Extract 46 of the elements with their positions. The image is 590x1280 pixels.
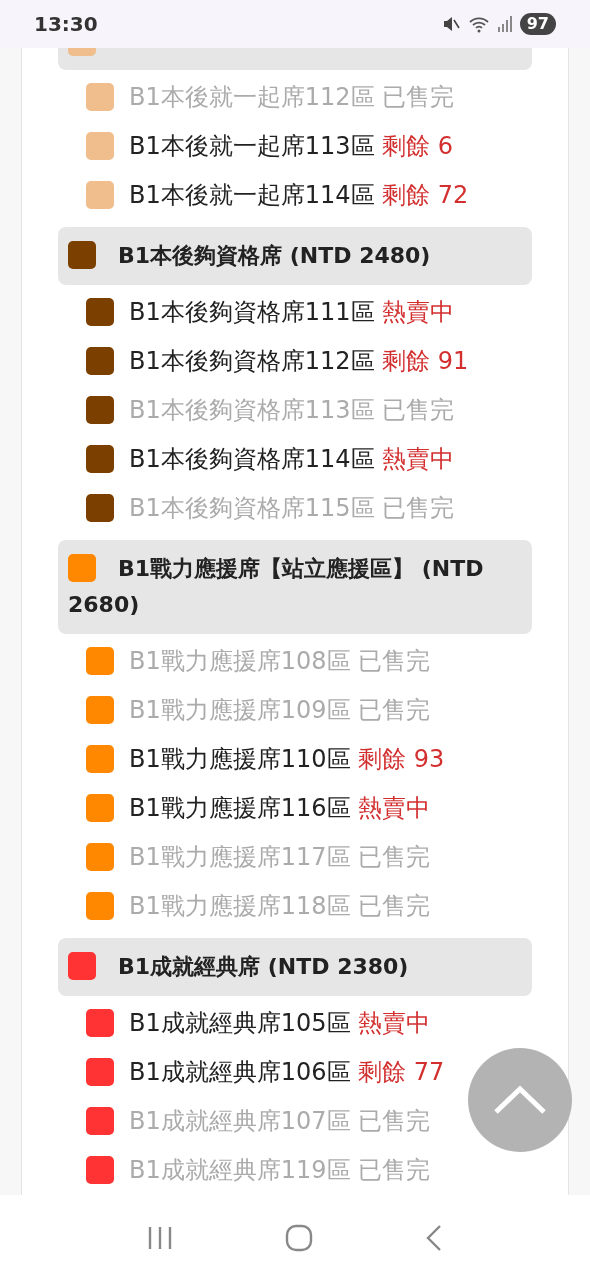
seat-area-text: B1成就經典席105區 熱賣中 (129, 1007, 431, 1039)
color-swatch (86, 1057, 114, 1086)
seat-area-text: B1本後夠資格席115區 已售完 (129, 492, 455, 524)
color-swatch (86, 395, 114, 424)
color-swatch (86, 444, 114, 473)
seat-area-text: B1本後就一起席114區 剩餘 72 (129, 179, 469, 211)
color-swatch (86, 1155, 114, 1184)
color-swatch (86, 297, 114, 326)
home-icon[interactable] (285, 1223, 313, 1252)
color-swatch (86, 842, 114, 871)
color-swatch (86, 493, 114, 522)
seat-area-text: B1戰力應援席109區 已售完 (129, 694, 431, 726)
seat-area-text: B1本後就一起席112區 已售完 (129, 81, 455, 113)
wifi-icon (467, 15, 490, 33)
seat-area-text: B1本後夠資格席114區 熱賣中 (129, 443, 455, 475)
color-swatch (86, 793, 114, 822)
color-swatch (86, 891, 114, 920)
battery-level: 97 (519, 13, 556, 35)
seat-area-text: B1戰力應援席110區 剩餘 93 (129, 743, 445, 775)
color-swatch (86, 1008, 114, 1037)
color-swatch (86, 1106, 114, 1135)
seat-area-text: B1戰力應援席117區 已售完 (129, 841, 431, 873)
seat-area-text: B1本後夠資格席111區 熱賣中 (129, 296, 455, 328)
color-swatch (86, 346, 114, 375)
seat-area-text: B1戰力應援席108區 已售完 (129, 645, 431, 677)
status-time: 13:30 (34, 11, 98, 38)
seat-area-text: B1成就經典席106區 剩餘 77 (129, 1056, 445, 1088)
signal-icon (497, 16, 512, 32)
seat-area-text: B1成就經典席119區 已售完 (129, 1154, 431, 1186)
seat-area-text: B1成就經典席107區 已售完 (129, 1105, 431, 1137)
seat-area-text: B1本後夠資格席113區 已售完 (129, 394, 455, 426)
color-swatch (86, 82, 114, 111)
seat-area-text: B1本後就一起席113區 剩餘 6 (129, 130, 454, 162)
seat-area-text: B1戰力應援席118區 已售完 (129, 890, 431, 922)
group-title: B1成就經典席 (NTD 2380) (118, 954, 409, 979)
color-swatch (86, 180, 114, 209)
seat-area-text: B1戰力應援席116區 熱賣中 (129, 792, 431, 824)
group-title: B1戰力應援席【站立應援區】 (NTD 2680) (68, 556, 484, 617)
color-swatch (86, 131, 114, 160)
mute-icon (441, 15, 460, 33)
group-title: B1本後夠資格席 (NTD 2480) (118, 243, 431, 268)
chevron-up-icon (493, 1085, 547, 1115)
color-swatch (86, 646, 114, 675)
seat-area-text: B1本後夠資格席112區 剩餘 91 (129, 345, 469, 377)
color-swatch (86, 744, 114, 773)
color-swatch (86, 695, 114, 724)
